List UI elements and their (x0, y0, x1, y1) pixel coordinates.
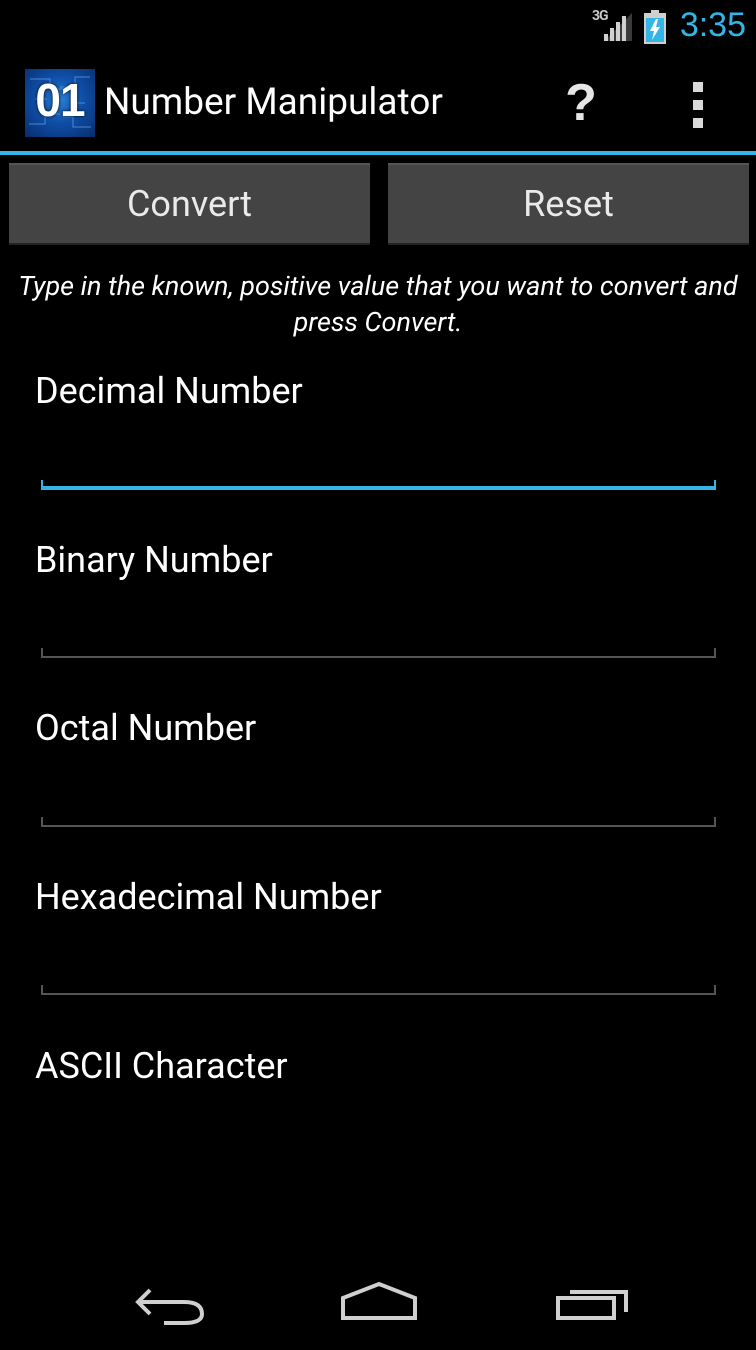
decimal-number-input[interactable] (41, 440, 716, 480)
ascii-character-label: ASCII Character (35, 1045, 288, 1087)
overflow-menu-icon[interactable] (680, 80, 716, 130)
back-icon[interactable] (118, 1268, 218, 1332)
instructions-text: Type in the known, positive value that y… (18, 270, 738, 338)
app-title: Number Manipulator (104, 81, 443, 124)
clock: 3:35 (679, 6, 746, 44)
hexadecimal-number-underline (41, 985, 716, 995)
hexadecimal-number-label: Hexadecimal Number (35, 876, 382, 918)
binary-number-input[interactable] (41, 608, 716, 648)
ascii-character-input[interactable] (41, 1112, 716, 1152)
decimal-number-underline (41, 480, 716, 490)
action-bar: 01 Number Manipulator ? (0, 50, 756, 155)
binary-number-underline (41, 648, 716, 658)
home-icon[interactable] (329, 1268, 429, 1332)
hexadecimal-number-input[interactable] (41, 945, 716, 985)
reset-button[interactable]: Reset (388, 163, 749, 245)
octal-number-input[interactable] (41, 777, 716, 817)
status-bar: 3G 3:35 (0, 0, 756, 50)
decimal-number-label: Decimal Number (35, 370, 303, 412)
app-logo-icon[interactable]: 01 (25, 69, 95, 137)
navigation-bar (0, 1250, 756, 1350)
signal-icon (604, 13, 632, 41)
recent-apps-icon[interactable] (542, 1268, 642, 1332)
octal-number-label: Octal Number (35, 707, 257, 749)
octal-number-underline (41, 817, 716, 827)
battery-charging-icon (644, 10, 666, 44)
convert-button[interactable]: Convert (9, 163, 370, 245)
help-icon[interactable]: ? (556, 70, 606, 136)
binary-number-label: Binary Number (35, 539, 273, 581)
app-logo-text: 01 (35, 74, 85, 126)
